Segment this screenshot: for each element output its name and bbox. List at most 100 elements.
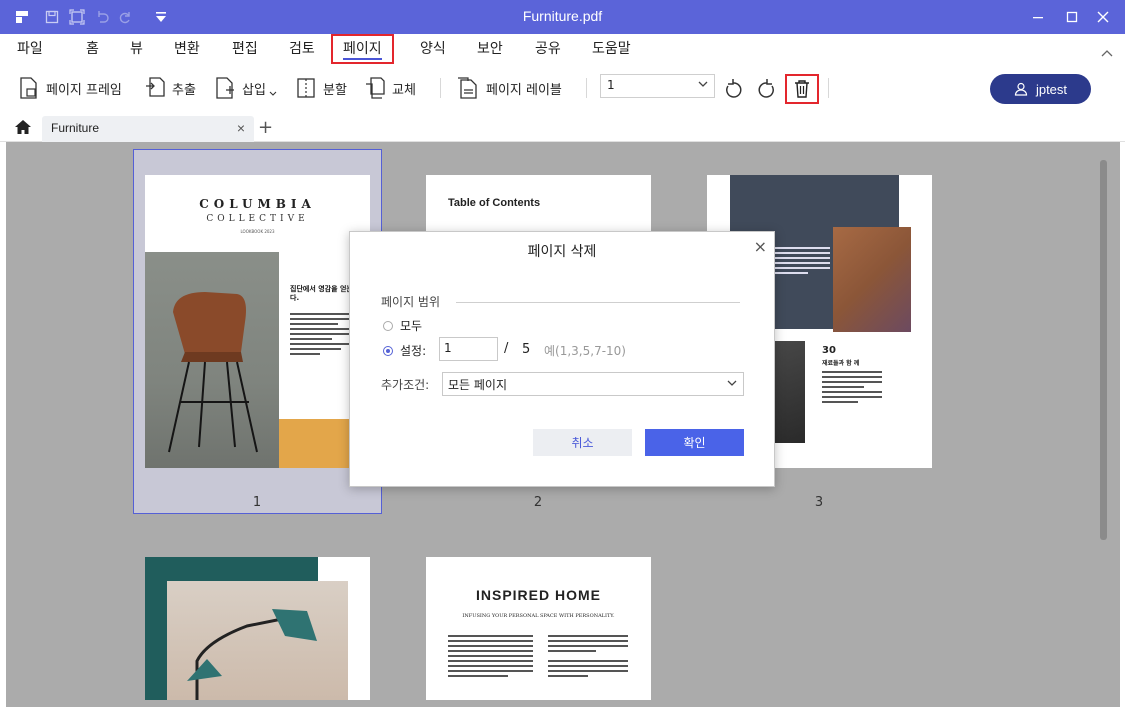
trash-icon xyxy=(795,80,809,98)
condition-select[interactable]: 모든 페이지 xyxy=(442,372,744,396)
radio-all-pages[interactable]: 모두 xyxy=(383,317,422,334)
p3-number: 30 xyxy=(822,345,836,356)
menu-view[interactable]: 뷰 xyxy=(126,38,147,64)
range-slash: / xyxy=(504,341,509,356)
p1-subtitle: COLLECTIVE xyxy=(206,214,309,224)
page-frame-button[interactable]: 페이지 프레임 xyxy=(18,76,122,100)
menu-file[interactable]: 파일 xyxy=(13,38,47,64)
menu-convert[interactable]: 변환 xyxy=(170,38,204,64)
p1-title: COLUMBIA xyxy=(199,197,316,211)
condition-label: 추가조건: xyxy=(381,378,430,392)
menu-form[interactable]: 양식 xyxy=(416,38,450,64)
user-account-button[interactable]: jptest xyxy=(990,74,1091,104)
page-thumbnail-4[interactable] xyxy=(145,557,370,700)
page-label-button[interactable]: 페이지 레이블 xyxy=(456,76,562,100)
page-thumbnail-1[interactable]: COLUMBIA COLLECTIVE LOOKBOOK 2023 집단에서 영… xyxy=(145,175,370,468)
extract-label: 추출 xyxy=(172,82,196,98)
close-icon[interactable]: × xyxy=(754,237,767,256)
insert-label: 삽입 xyxy=(242,82,266,98)
p3-body-text xyxy=(822,371,882,406)
toolbar-divider xyxy=(440,78,441,98)
workers-photo xyxy=(833,227,911,332)
radio-custom-icon xyxy=(383,345,393,356)
delete-page-dialog: 페이지 삭제 × 페이지 범위 모두 설정: 1 / 5 예(1,3,5,7-1… xyxy=(349,231,775,487)
toolbar-divider xyxy=(828,78,829,98)
extract-button[interactable]: 추출 xyxy=(144,76,196,100)
delete-page-button[interactable] xyxy=(785,74,819,104)
p5-col2-text xyxy=(548,635,628,680)
close-tab-icon[interactable]: × xyxy=(237,116,245,140)
page-thumbnail-5[interactable]: INSPIRED HOME INFUSING YOUR PERSONAL SPA… xyxy=(426,557,651,700)
p1-body-text xyxy=(290,313,350,358)
close-window-icon[interactable] xyxy=(1092,6,1114,28)
menu-security[interactable]: 보안 xyxy=(473,38,507,64)
split-label: 분할 xyxy=(323,82,347,98)
p5-subtitle: INFUSING YOUR PERSONAL SPACE WITH PERSON… xyxy=(462,613,615,619)
dialog-title: 페이지 삭제 xyxy=(527,244,597,260)
vertical-scrollbar[interactable] xyxy=(1100,160,1107,540)
page-label-icon xyxy=(458,77,477,99)
cancel-button[interactable]: 취소 xyxy=(533,429,632,456)
page-label-label: 페이지 레이블 xyxy=(486,82,562,98)
ok-button[interactable]: 확인 xyxy=(645,429,744,456)
radio-all-label: 모두 xyxy=(400,319,423,333)
document-tab-strip: Furniture × + xyxy=(0,112,1125,142)
p3-panel-text xyxy=(775,247,830,277)
radio-all-icon xyxy=(383,320,393,331)
user-name: jptest xyxy=(1035,81,1068,97)
rotate-left-icon[interactable] xyxy=(723,78,743,104)
replace-label: 교체 xyxy=(392,82,416,98)
menu-page[interactable]: 페이지 xyxy=(331,34,394,64)
replace-button[interactable]: 교체 xyxy=(364,76,416,100)
page-frame-icon xyxy=(20,77,37,99)
page-number-value: 1 xyxy=(607,78,615,92)
replace-icon xyxy=(366,77,385,99)
split-button[interactable]: 분할 xyxy=(295,76,347,100)
condition-value: 모든 페이지 xyxy=(448,378,508,392)
split-icon xyxy=(297,78,315,98)
radio-custom-label: 설정: xyxy=(400,344,427,358)
minimize-icon[interactable] xyxy=(1027,6,1049,28)
extract-icon xyxy=(146,77,165,97)
p5-title: INSPIRED HOME xyxy=(475,587,601,603)
page-number-label: 2 xyxy=(533,495,543,510)
menu-edit[interactable]: 편집 xyxy=(228,38,262,64)
add-tab-icon[interactable]: + xyxy=(258,117,273,138)
insert-dropdown-icon[interactable] xyxy=(269,86,277,100)
document-tab-label: Furniture xyxy=(51,121,100,135)
insert-icon xyxy=(216,77,234,99)
home-icon[interactable] xyxy=(14,119,32,139)
p5-col1-text xyxy=(448,635,533,680)
page-frame-label: 페이지 프레임 xyxy=(46,82,122,98)
page-number-label: 1 xyxy=(252,495,262,510)
menu-page-label: 페이지 xyxy=(343,41,382,60)
window-title: Furniture.pdf xyxy=(522,8,603,24)
page-number-select[interactable]: 1 xyxy=(600,74,715,98)
insert-button[interactable]: 삽입 xyxy=(214,76,283,100)
chevron-down-icon xyxy=(727,380,737,386)
p3-subheading: 재료들과 함 께 xyxy=(822,360,860,367)
lamp-photo xyxy=(167,581,348,700)
menu-bar: 파일 홈 뷰 변환 편집 검토 페이지 양식 보안 공유 도움말 xyxy=(0,34,1125,64)
chair-photo xyxy=(145,252,279,468)
title-bar: Furniture.pdf xyxy=(0,0,1125,34)
p2-title: Table of Contents xyxy=(448,197,541,209)
page-number-label: 3 xyxy=(814,495,824,510)
menu-review[interactable]: 검토 xyxy=(285,38,319,64)
menu-home[interactable]: 홈 xyxy=(82,38,103,64)
user-icon xyxy=(1014,82,1028,96)
toolbar-divider xyxy=(586,78,587,98)
maximize-icon[interactable] xyxy=(1061,6,1083,28)
page-range-input[interactable]: 1 xyxy=(439,337,498,361)
rotate-right-icon[interactable] xyxy=(757,78,777,104)
total-pages: 5 xyxy=(522,342,531,357)
section-divider xyxy=(456,302,740,303)
menu-help[interactable]: 도움말 xyxy=(588,38,635,64)
document-tab[interactable]: Furniture × xyxy=(42,116,254,142)
radio-custom-range[interactable]: 설정: xyxy=(383,342,426,359)
ribbon-toolbar: 페이지 프레임 추출 삽입 분할 교체 페이지 레이블 xyxy=(0,64,1125,112)
collapse-ribbon-icon[interactable] xyxy=(1101,46,1113,61)
menu-share[interactable]: 공유 xyxy=(531,38,565,64)
page-range-section-label: 페이지 범위 xyxy=(381,295,441,309)
p1-caption: LOOKBOOK 2023 xyxy=(240,229,275,234)
